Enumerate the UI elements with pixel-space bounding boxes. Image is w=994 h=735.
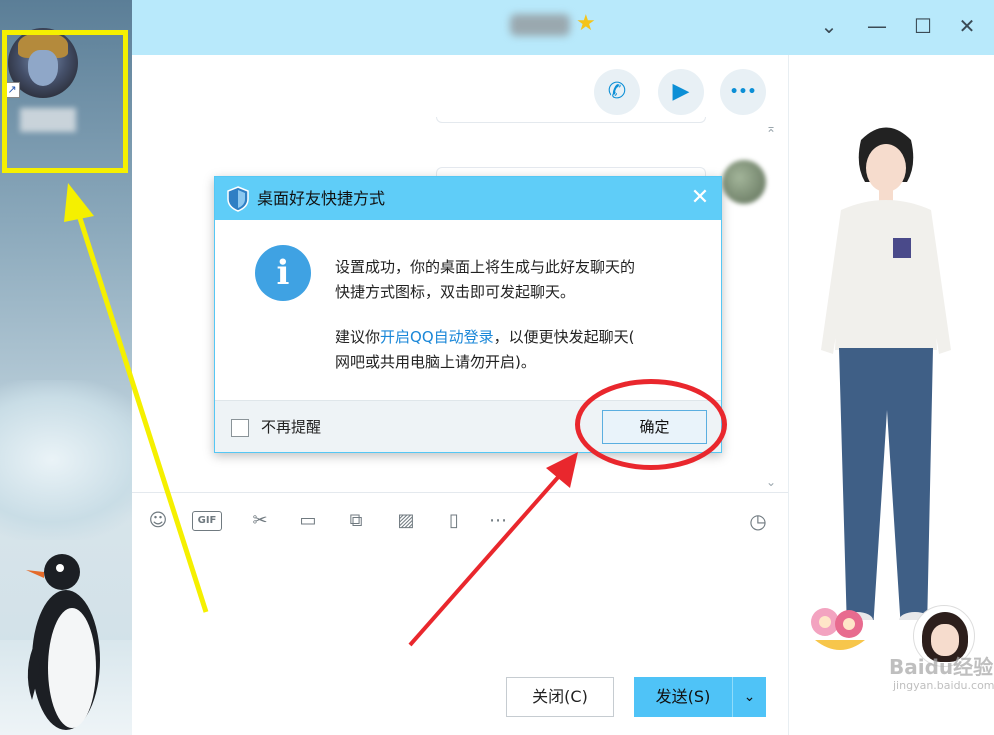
info-icon: i — [255, 245, 311, 301]
phone-icon[interactable]: ✆ — [594, 69, 640, 115]
desktop-ice — [0, 380, 132, 540]
watermark: Baidu经验 jingyan.baidu.com — [889, 651, 994, 692]
penguin-image — [26, 554, 100, 730]
desktop-background: ↗ — [0, 0, 132, 735]
suggestion-line: 建议你开启QQ自动登录，以便更快发起聊天( — [335, 325, 705, 350]
minimize-button[interactable]: — — [862, 12, 892, 40]
shake-icon[interactable]: ▯ — [440, 507, 468, 535]
shortcut-dialog: 桌面好友快捷方式 ✕ i 设置成功，你的桌面上将生成与此好友聊天的 快捷方式图标… — [214, 176, 722, 453]
scroll-up-icon[interactable]: ⌅ — [766, 121, 776, 135]
input-divider — [132, 492, 788, 493]
avatar[interactable] — [722, 160, 766, 204]
more-tools-icon[interactable]: ⋯ — [484, 507, 512, 535]
gif-icon[interactable]: GIF — [192, 511, 222, 531]
ok-button[interactable]: 确定 — [602, 410, 707, 444]
vip-star-icon: ★ — [576, 11, 596, 36]
more-icon[interactable]: ••• — [720, 69, 766, 115]
side-panel: Baidu经验 jingyan.baidu.com — [788, 55, 994, 735]
close-icon[interactable]: ✕ — [687, 185, 713, 211]
dont-remind-checkbox[interactable] — [231, 419, 249, 437]
emoji-icon[interactable]: ☺ — [144, 507, 172, 535]
send-button[interactable]: 发送(S) — [634, 677, 732, 717]
message-line: 快捷方式图标，双击即可发起聊天。 — [335, 283, 576, 301]
image-icon[interactable]: ▨ — [392, 507, 420, 535]
dialog-footer: 不再提醒 确定 — [215, 400, 721, 452]
maximize-button[interactable]: ☐ — [908, 12, 938, 40]
contact-name-blurred — [510, 14, 570, 36]
suggestion-suffix: ，以便更快发起聊天( — [493, 328, 635, 346]
suggestion-line: 网吧或共用电脑上请勿开启)。 — [335, 353, 536, 371]
scroll-down-icon[interactable]: ⌄ — [766, 475, 776, 489]
watermark-logo: Baidu经验 — [889, 655, 994, 679]
chevron-down-icon[interactable]: ⌄ — [814, 12, 844, 40]
file-icon[interactable]: ⧉ — [342, 507, 370, 535]
title-bar: ★ ⌄ — ☐ ✕ — [132, 0, 994, 55]
close-window-button[interactable]: ✕ — [952, 12, 982, 40]
character-illustration — [821, 127, 951, 620]
scissors-icon[interactable]: ✂ — [246, 507, 274, 535]
sticker-characters — [811, 608, 865, 650]
video-icon[interactable]: ▶ — [658, 69, 704, 115]
dialog-title: 桌面好友快捷方式 — [257, 189, 386, 208]
folder-icon[interactable]: ▭ — [294, 507, 322, 535]
dont-remind-label[interactable]: 不再提醒 — [261, 416, 321, 437]
dialog-suggestion: 建议你开启QQ自动登录，以便更快发起聊天( 网吧或共用电脑上请勿开启)。 — [335, 325, 705, 375]
dialog-message: 设置成功，你的桌面上将生成与此好友聊天的 快捷方式图标，双击即可发起聊天。 — [335, 255, 705, 305]
suggestion-prefix: 建议你 — [335, 328, 381, 346]
close-button[interactable]: 关闭(C) — [506, 677, 614, 717]
auto-login-link[interactable]: 开启QQ自动登录 — [380, 328, 494, 346]
shield-icon — [227, 186, 249, 212]
message-bubble-edge — [436, 117, 706, 123]
dialog-header: 桌面好友快捷方式 ✕ — [215, 177, 721, 220]
send-options-chevron-icon[interactable]: ⌄ — [732, 677, 766, 717]
message-line: 设置成功，你的桌面上将生成与此好友聊天的 — [335, 258, 636, 276]
clock-icon[interactable]: ◷ — [744, 507, 772, 535]
watermark-url: jingyan.baidu.com — [893, 679, 994, 692]
annotation-yellow-box — [2, 30, 128, 173]
